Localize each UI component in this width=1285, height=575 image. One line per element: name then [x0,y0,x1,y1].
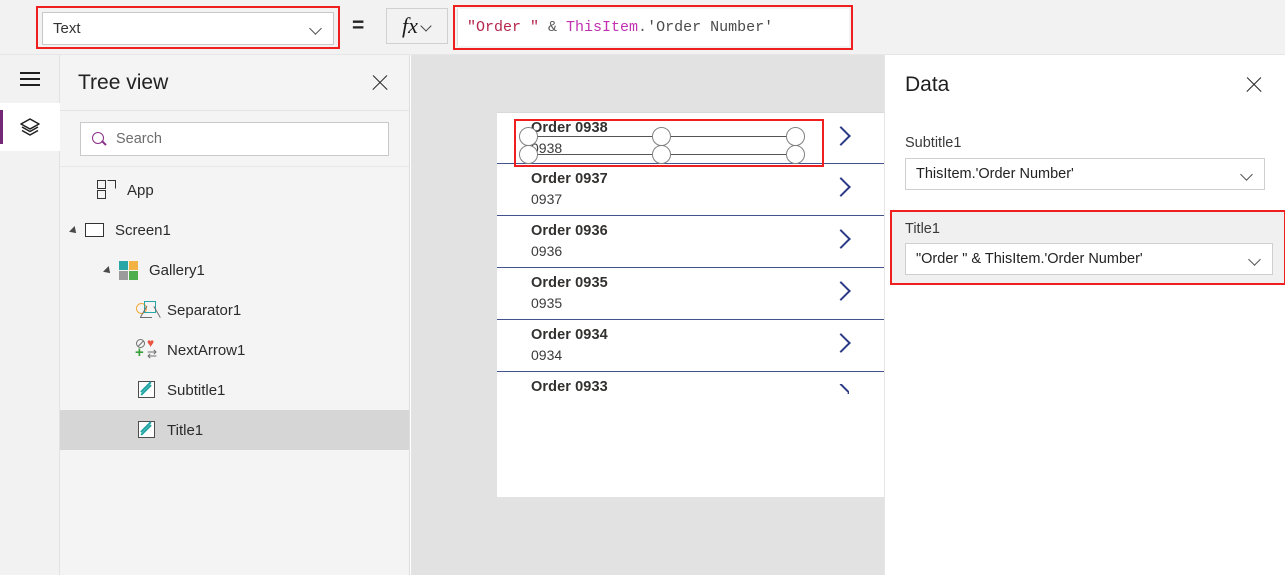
formula-input[interactable]: "Order " & ThisItem. 'Order Number' [457,9,849,46]
data-field-title1-highlight: Title1 "Order " & ThisItem.'Order Number… [890,210,1285,285]
chevron-right-icon[interactable] [832,127,849,144]
property-dropdown-value: Text [53,20,81,37]
screen-icon [84,219,106,241]
gallery-item[interactable]: Order 0933 [497,372,885,420]
chevron-right-icon[interactable] [832,282,849,299]
formula-token-thisitem: ThisItem [566,19,639,36]
sidebar-item-gallery1[interactable]: Gallery1 [60,250,409,290]
property-dropdown-highlight: Text [36,6,340,49]
equals-sign: = [352,14,365,37]
chevron-right-icon[interactable] [832,178,849,195]
left-icon-rail [0,55,60,575]
gallery-item[interactable]: Order 0935 0935 [497,268,885,320]
tree-item-label: Subtitle1 [167,381,226,399]
power-apps-studio: Text = fx "Order " & ThisItem. 'Order Num… [0,0,1285,575]
field-value: "Order " & ThisItem.'Order Number' [916,251,1143,267]
label-icon [136,419,158,441]
gallery-item[interactable]: Order 0936 0936 [497,216,885,268]
tree-view-header: Tree view [60,55,409,111]
sidebar-item-separator1[interactable]: Separator1 [60,290,409,330]
label-icon [136,379,158,401]
separator-icon [136,299,161,321]
field-dropdown[interactable]: "Order " & ThisItem.'Order Number' [905,243,1273,275]
data-panel-header: Data [885,55,1285,115]
app-icon [96,179,118,201]
field-dropdown[interactable]: ThisItem.'Order Number' [905,158,1265,190]
menu-button[interactable] [0,55,60,103]
property-dropdown[interactable]: Text [42,12,334,45]
chevron-down-icon [310,22,323,35]
chevron-expand-icon[interactable] [68,223,82,237]
fx-icon: fx [402,13,418,38]
formula-token-dot: . [638,19,648,36]
tree-item-label: App [127,181,154,199]
tree-view-panel: Tree view Search App Screen1 Gallery1 Se… [60,55,410,575]
tree-item-label: Gallery1 [149,261,205,279]
formula-bar-highlight: "Order " & ThisItem. 'Order Number' [453,5,853,50]
chevron-down-icon [1241,168,1254,181]
search-icon [91,131,107,147]
chevron-down-icon [421,21,432,32]
app-screen: Order 0938 0938 Order 0937 0937 Order 09… [497,112,885,497]
tree-view-rail-button[interactable] [0,103,60,151]
layers-icon [20,118,40,136]
app-canvas: Order 0938 0938 Order 0937 0937 Order 09… [411,55,885,575]
formula-toolbar: Text = fx "Order " & ThisItem. 'Order Num… [0,0,1285,55]
tree-item-label: Separator1 [167,301,242,319]
chevron-right-icon[interactable] [832,384,849,394]
search-input[interactable]: Search [80,122,389,156]
formula-token-operator: & [539,19,567,36]
chevron-down-icon [1249,253,1262,266]
panel-title: Tree view [78,70,169,94]
nextarrow-icon: ♥ + ⇄ [135,336,158,361]
tree-list: App Screen1 Gallery1 Separator1 ♥ + ⇄ Ne… [60,167,409,450]
data-panel: Data Subtitle1 ThisItem.'Order Number' T… [884,55,1285,575]
chevron-right-icon[interactable] [832,230,849,247]
fx-button[interactable]: fx [386,8,448,44]
gallery-item[interactable]: Order 0937 0937 [497,164,885,216]
twisty-placeholder [80,183,94,197]
tree-item-label: NextArrow1 [167,341,246,359]
formula-token-identifier: 'Order Number' [647,19,774,36]
gallery-item[interactable]: Order 0934 0934 [497,320,885,372]
field-label: Subtitle1 [905,135,962,151]
tree-item-label: Screen1 [115,221,171,239]
search-placeholder: Search [116,131,162,147]
chevron-right-icon[interactable] [832,334,849,351]
panel-title: Data [905,73,950,96]
sidebar-item-title1[interactable]: Title1 [60,410,409,450]
chevron-expand-icon[interactable] [102,263,116,277]
gallery-item[interactable]: Order 0938 0938 [497,112,885,164]
sidebar-item-subtitle1[interactable]: Subtitle1 [60,370,409,410]
hamburger-icon [20,72,40,86]
close-icon[interactable] [369,72,391,94]
tree-search-row: Search [60,111,409,167]
sidebar-item-screen1[interactable]: Screen1 [60,210,409,250]
tree-item-label: Title1 [167,421,204,439]
formula-token-string: "Order " [467,19,540,36]
data-field-subtitle1: Subtitle1 ThisItem.'Order Number' [885,135,1285,190]
sidebar-item-app[interactable]: App [60,170,409,210]
field-value: ThisItem.'Order Number' [916,166,1074,182]
sidebar-item-nextarrow1[interactable]: ♥ + ⇄ NextArrow1 [60,330,409,370]
gallery-icon [118,259,140,281]
field-label: Title1 [905,221,940,237]
close-icon[interactable] [1243,74,1265,96]
